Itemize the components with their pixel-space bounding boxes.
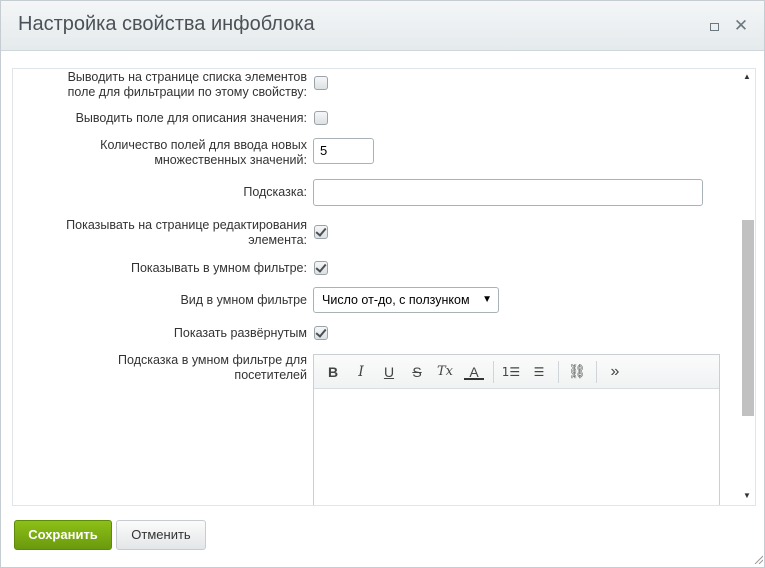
form-scrollbar[interactable]: ▲ ▼ bbox=[741, 68, 755, 506]
close-icon[interactable]: ✕ bbox=[733, 17, 749, 34]
toolbar-separator bbox=[596, 361, 597, 383]
cancel-button[interactable]: Отменить bbox=[116, 520, 206, 550]
form-scroll-area: Выводить на странице списка элементов по… bbox=[12, 68, 756, 506]
filter-field-checkbox[interactable] bbox=[314, 76, 328, 90]
editor-body[interactable] bbox=[314, 389, 719, 505]
underline-button[interactable]: U bbox=[379, 363, 399, 381]
resize-grip-icon[interactable] bbox=[753, 554, 763, 564]
strikethrough-button[interactable]: S bbox=[407, 363, 427, 381]
filter-field-label: Выводить на странице списка элементов по… bbox=[68, 70, 307, 100]
hint-label: Подсказка: bbox=[243, 185, 307, 199]
editor-toolbar: B I U S Tx A 1☰ ☰ ⛓ » bbox=[314, 355, 719, 389]
smart-hint-label-line1: Подсказка в умном фильтре для bbox=[118, 353, 307, 367]
property-settings-dialog: Настройка свойства инфоблока ✕ Выводить … bbox=[0, 0, 765, 568]
scroll-down-arrow-icon[interactable]: ▼ bbox=[743, 491, 751, 500]
filter-field-label-line1: Выводить на странице списка элементов bbox=[67, 70, 307, 84]
filter-field-label-line2: поле для фильтрации по этому свойству: bbox=[67, 85, 307, 99]
multiple-count-label: Количество полей для ввода новых множест… bbox=[100, 138, 307, 168]
toolbar-separator bbox=[558, 361, 559, 383]
font-color-button[interactable]: A bbox=[464, 363, 484, 380]
smart-hint-label: Подсказка в умном фильтре для посетителе… bbox=[118, 353, 307, 383]
maximize-icon[interactable] bbox=[706, 18, 722, 34]
smart-hint-editor[interactable]: B I U S Tx A 1☰ ☰ ⛓ » bbox=[313, 354, 720, 505]
description-checkbox[interactable] bbox=[314, 111, 328, 125]
dialog-title: Настройка свойства инфоблока bbox=[18, 13, 315, 35]
show-edit-label-line1: Показывать на странице редактирования bbox=[66, 218, 307, 232]
bold-button[interactable]: B bbox=[323, 363, 343, 381]
smart-hint-label-line2: посетителей bbox=[234, 368, 307, 382]
show-edit-label-line2: элемента: bbox=[248, 233, 307, 247]
scrollbar-thumb[interactable] bbox=[742, 220, 754, 416]
more-button[interactable]: » bbox=[605, 363, 625, 381]
multiple-count-label-line1: Количество полей для ввода новых bbox=[100, 138, 307, 152]
multiple-count-label-line2: множественных значений: bbox=[154, 153, 307, 167]
dialog-footer: Сохранить Отменить bbox=[1, 508, 764, 567]
expanded-label: Показать развёрнутым bbox=[173, 326, 307, 340]
description-label: Выводить поле для описания значения: bbox=[75, 111, 307, 125]
show-edit-label: Показывать на странице редактирования эл… bbox=[66, 218, 307, 248]
smart-view-selected-value: Число от-до, с ползунком bbox=[322, 293, 470, 307]
link-button[interactable]: ⛓ bbox=[567, 363, 587, 381]
clear-format-button[interactable]: Tx bbox=[435, 363, 455, 381]
chevron-down-icon: ▼ bbox=[482, 294, 492, 305]
dialog-titlebar[interactable]: Настройка свойства инфоблока ✕ bbox=[1, 1, 764, 51]
unordered-list-button[interactable]: ☰ bbox=[529, 363, 549, 381]
ordered-list-button[interactable]: 1☰ bbox=[501, 363, 521, 381]
scroll-up-arrow-icon[interactable]: ▲ bbox=[743, 72, 751, 81]
hint-input[interactable] bbox=[313, 179, 703, 206]
smart-filter-label: Показывать в умном фильтре: bbox=[130, 261, 307, 275]
toolbar-separator bbox=[493, 361, 494, 383]
smart-view-label: Вид в умном фильтре bbox=[180, 293, 307, 307]
italic-button[interactable]: I bbox=[351, 363, 371, 381]
multiple-count-input[interactable]: 5 bbox=[313, 138, 374, 164]
smart-view-select[interactable]: Число от-до, с ползунком ▼ bbox=[313, 287, 499, 313]
smart-filter-checkbox[interactable] bbox=[314, 261, 328, 275]
show-edit-checkbox[interactable] bbox=[314, 225, 328, 239]
save-button[interactable]: Сохранить bbox=[14, 520, 112, 550]
expanded-checkbox[interactable] bbox=[314, 326, 328, 340]
